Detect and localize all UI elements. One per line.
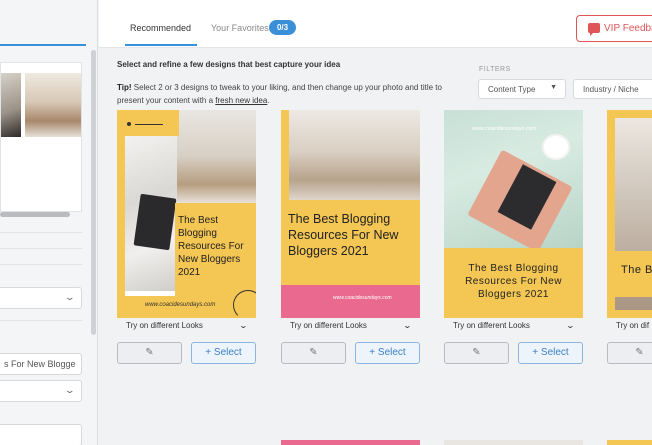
try-looks-dropdown[interactable]: Try on dif <box>607 321 652 330</box>
design-preview[interactable]: The Best Blogging Resources For New Blog… <box>281 110 420 318</box>
design-title: The Best Blogging Resources For New Blog… <box>288 212 399 258</box>
pencil-icon: ✎ <box>309 347 318 358</box>
chevron-down-icon: ⌄ <box>402 321 413 330</box>
try-looks-label: Try on different Looks <box>126 321 203 330</box>
try-looks-label: Try on different Looks <box>453 321 530 330</box>
vip-feedback-button[interactable]: VIP Feedba <box>576 15 652 42</box>
design-preview[interactable]: The Best Resou Blo <box>607 110 652 318</box>
pencil-icon: ✎ <box>145 347 154 358</box>
pencil-icon: ✎ <box>635 347 644 358</box>
design-preview[interactable]: The Best Blogging Resources For New Blog… <box>117 110 256 318</box>
edit-design-button[interactable]: ✎ <box>117 342 182 364</box>
horizontal-scrollbar[interactable] <box>0 212 70 217</box>
preview-thumbnail[interactable] <box>1 73 21 137</box>
try-looks-label: Try on dif <box>616 321 650 330</box>
design-card-peek <box>607 440 652 445</box>
feedback-icon <box>588 23 600 36</box>
design-ornament <box>233 290 256 318</box>
sidebar-select[interactable]: ⌄ <box>0 380 82 402</box>
design-card-peek <box>281 440 420 445</box>
design-preview[interactable]: www.coacidesundays.com The Best Blogging… <box>444 110 583 318</box>
vertical-scrollbar[interactable] <box>91 50 96 335</box>
filters-label: FILTERS <box>479 66 511 73</box>
title-select-value: s For New Blogge <box>4 359 76 369</box>
active-tab-indicator <box>125 44 197 46</box>
header: Recommended Your Favorites 0/3 VIP Feedb… <box>99 0 652 48</box>
intro-text: Select and refine a few designs that bes… <box>117 60 341 69</box>
chevron-down-icon: ⌄ <box>238 321 249 330</box>
design-photo <box>544 136 568 158</box>
try-looks-dropdown[interactable]: Try on different Looks ⌄ <box>281 321 420 330</box>
divider <box>0 320 82 321</box>
try-looks-label: Try on different Looks <box>290 321 367 330</box>
chevron-down-icon: ⌄ <box>64 292 76 302</box>
tip-suffix: . <box>267 96 270 105</box>
design-ornament <box>127 122 131 126</box>
tab-your-favorites[interactable]: Your Favorites <box>211 23 269 33</box>
industry-label: Industry / Niche <box>583 85 639 94</box>
preview-thumbnail[interactable] <box>25 73 81 137</box>
edit-design-button[interactable]: ✎ <box>444 342 509 364</box>
design-photo <box>281 110 420 203</box>
industry-filter[interactable]: Industry / Niche <box>573 79 652 99</box>
design-title: The Best Resou Blo <box>621 264 652 276</box>
edit-design-button[interactable]: ✎ <box>607 342 652 364</box>
design-site-url: www.coacidesundays.com <box>472 126 537 132</box>
design-title: The Best Blogging Resources For New Blog… <box>465 263 562 300</box>
content-type-label: Content Type <box>488 85 536 94</box>
design-card-peek <box>444 440 583 445</box>
fresh-idea-link[interactable]: fresh new idea <box>215 96 267 105</box>
tab-recommended[interactable]: Recommended <box>130 23 191 33</box>
select-design-button[interactable]: + Select <box>191 342 256 364</box>
divider <box>0 248 82 249</box>
tip-text: Tip! Select 2 or 3 designs to tweak to y… <box>117 81 467 107</box>
content-type-filter[interactable]: Content Type ▼ <box>478 79 566 99</box>
edit-design-button[interactable]: ✎ <box>281 342 346 364</box>
design-card: The Best Resou Blo Try on dif ✎ <box>607 110 652 370</box>
chevron-down-icon: ⌄ <box>64 385 76 395</box>
design-photo <box>133 193 177 251</box>
try-looks-dropdown[interactable]: Try on different Looks ⌄ <box>444 321 583 330</box>
divider <box>0 264 82 265</box>
sidebar: ⌄ s For New Blogge ⌄ <box>0 0 98 445</box>
caret-down-icon: ▼ <box>550 84 557 91</box>
design-title: The Best Blogging Resources For New Blog… <box>178 215 244 278</box>
vip-feedback-label: VIP Feedba <box>604 23 652 34</box>
divider <box>0 232 82 233</box>
chevron-down-icon: ⌄ <box>565 321 576 330</box>
title-select[interactable]: s For New Blogge <box>0 353 82 375</box>
design-site-url: www.coacidesundays.com <box>333 295 392 301</box>
sidebar-select[interactable]: ⌄ <box>0 287 82 309</box>
tip-body: Select 2 or 3 designs to tweak to your l… <box>117 83 442 105</box>
sidebar-preview <box>0 62 82 212</box>
try-looks-dropdown[interactable]: Try on different Looks ⌄ <box>117 321 256 330</box>
design-accent <box>117 136 125 318</box>
favorites-count-badge: 0/3 <box>269 20 296 35</box>
tip-prefix: Tip! <box>117 83 132 92</box>
design-ornament <box>135 124 163 125</box>
sidebar-input[interactable] <box>0 424 82 445</box>
design-footer <box>281 285 420 318</box>
sidebar-active-indicator <box>0 44 86 46</box>
select-design-button[interactable]: + Select <box>518 342 583 364</box>
select-design-button[interactable]: + Select <box>355 342 420 364</box>
design-site-url: www.coacidesundays.com <box>145 302 216 308</box>
pencil-icon: ✎ <box>472 347 481 358</box>
